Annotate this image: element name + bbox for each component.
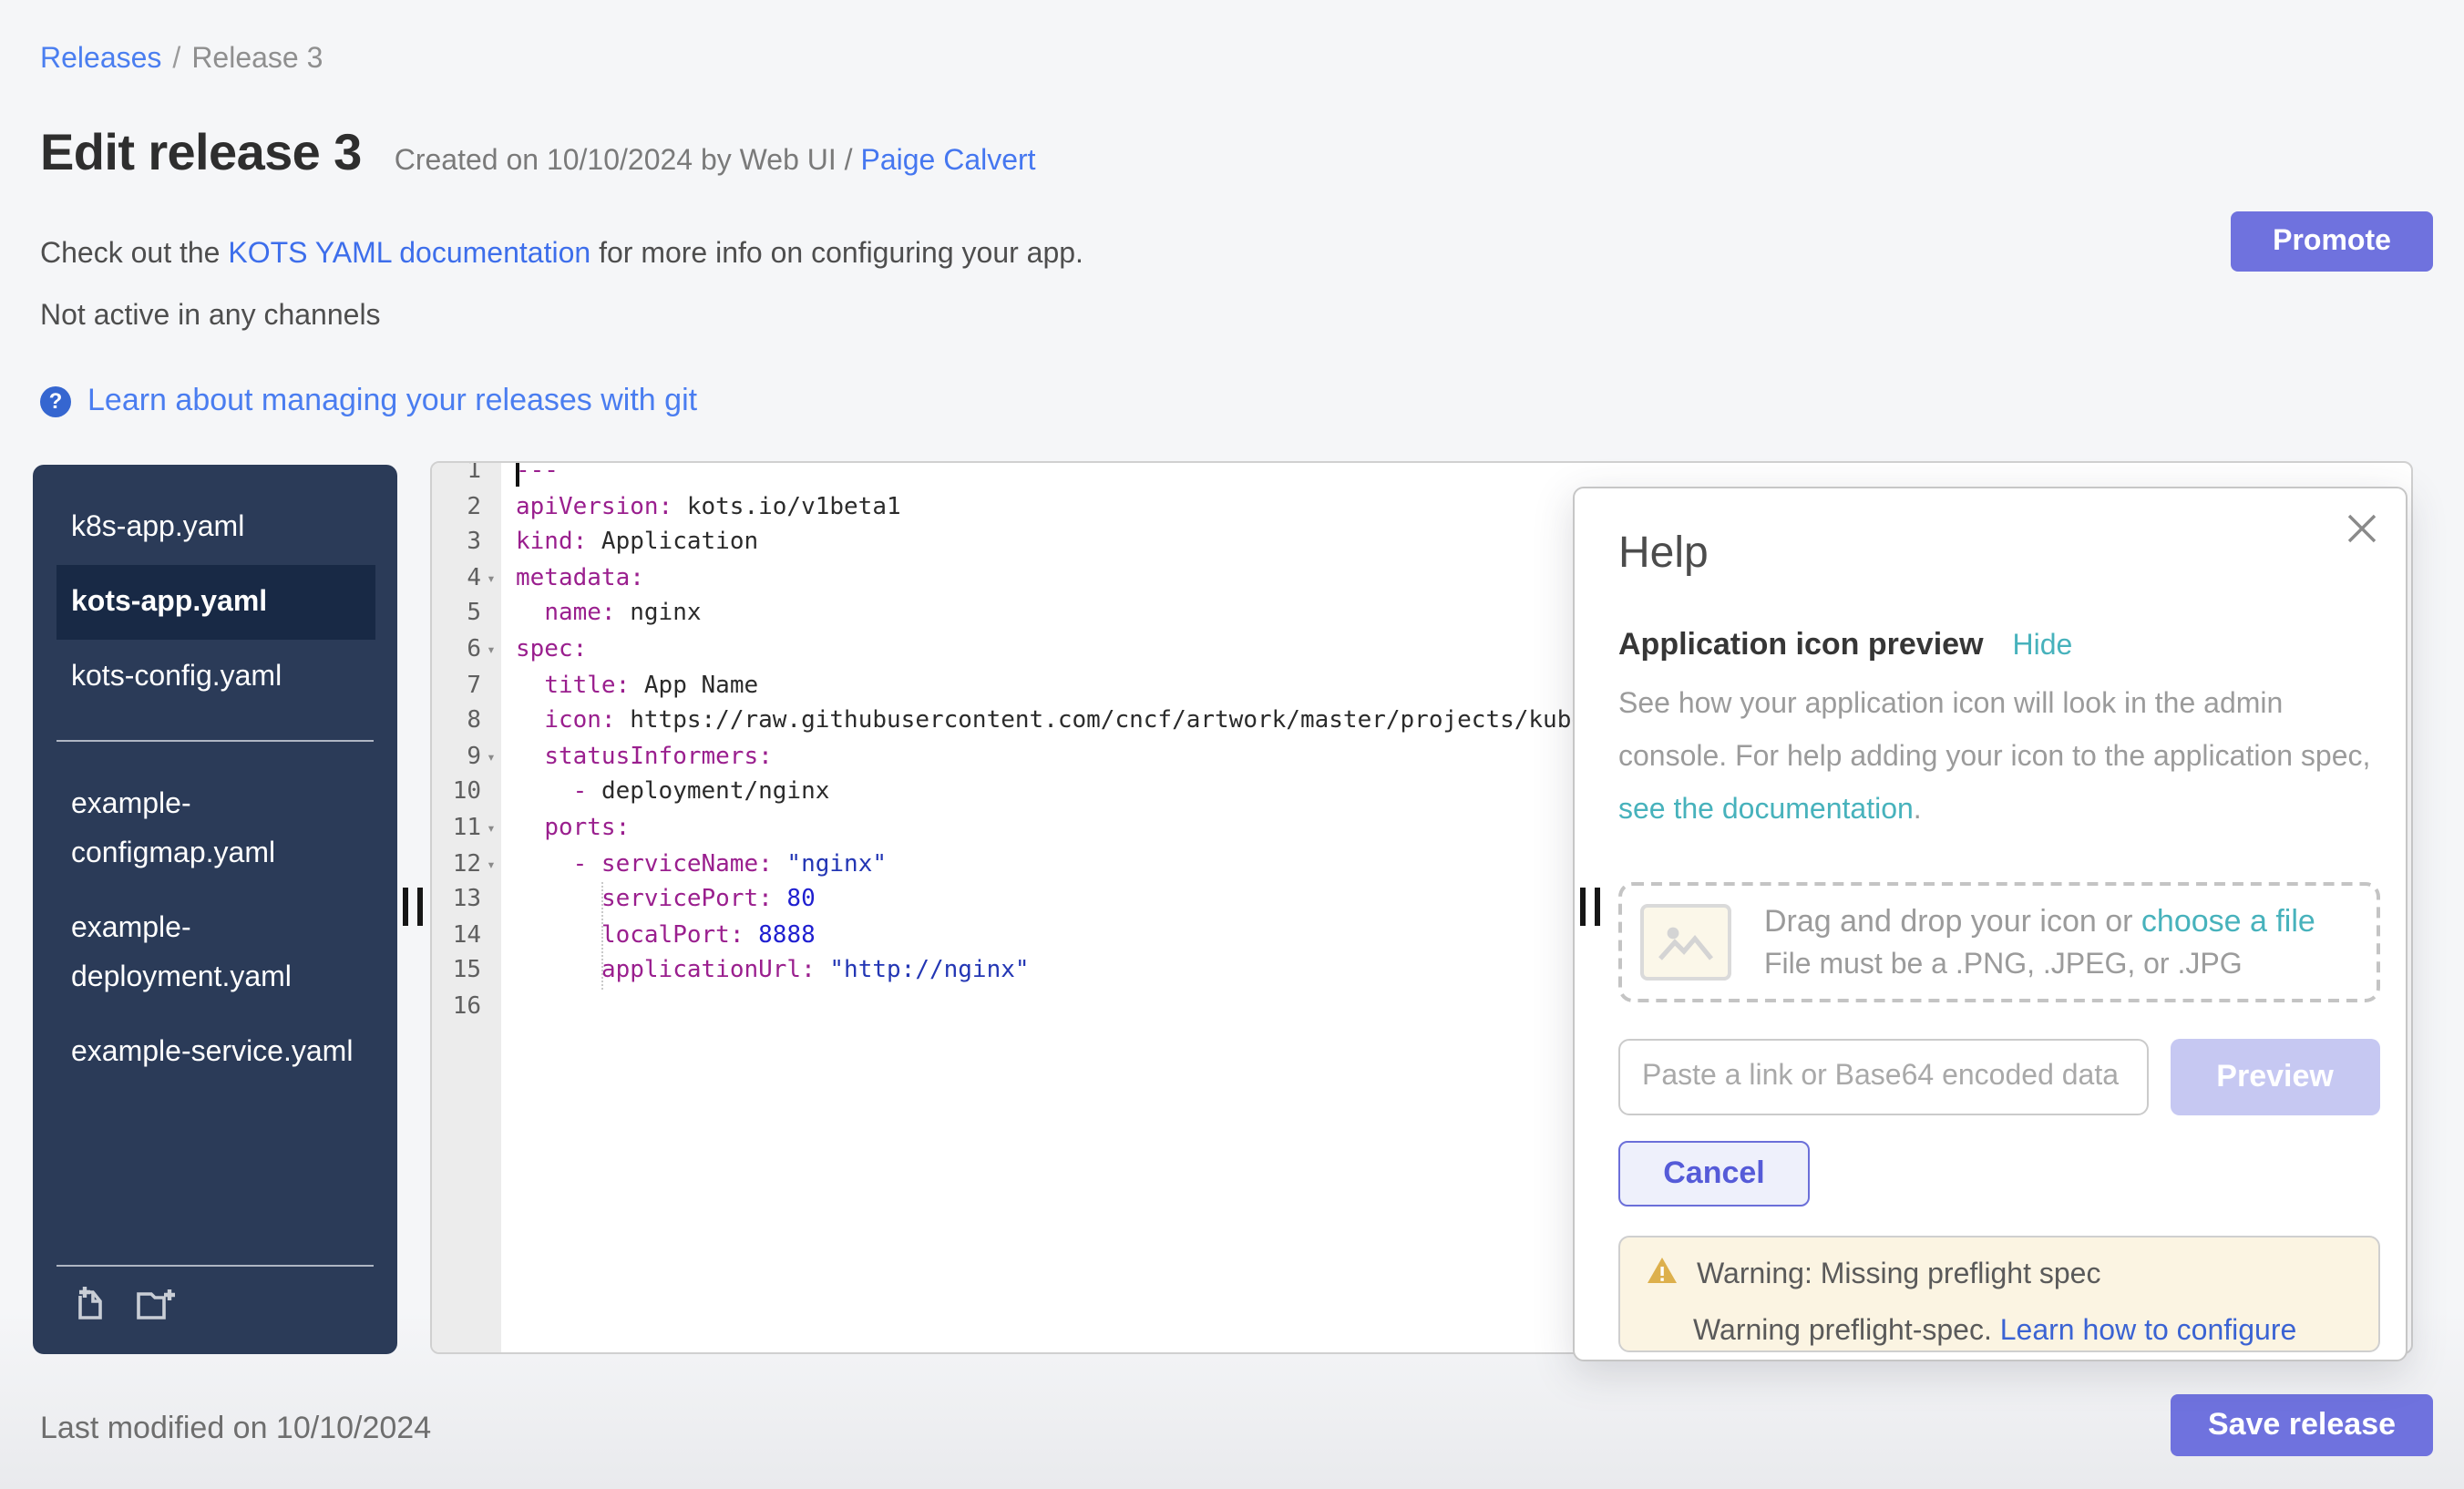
hide-link[interactable]: Hide: [2013, 631, 2073, 663]
dropzone-text: Drag and drop your icon or choose a file: [1764, 903, 2315, 940]
line-number: 7: [432, 668, 501, 703]
warning-icon: [1646, 1256, 1679, 1294]
line-number: 16: [432, 990, 501, 1025]
breadcrumb: Releases / Release 3: [40, 44, 323, 77]
warning-detail-text: Warning preflight-spec.: [1693, 1316, 2000, 1347]
see-documentation-link[interactable]: see the documentation: [1618, 795, 1914, 826]
icon-url-input[interactable]: [1618, 1039, 2148, 1115]
line-number: 11▾: [432, 811, 501, 847]
sidebar-bottom: [33, 1239, 397, 1354]
icon-dropzone[interactable]: Drag and drop your icon or choose a file…: [1618, 882, 2380, 1002]
help-description-text: See how your application icon will look …: [1618, 689, 2370, 773]
image-placeholder-icon: [1640, 904, 1731, 981]
help-title: Help: [1618, 529, 2380, 580]
code-line[interactable]: 1---: [432, 461, 2411, 489]
close-icon[interactable]: [2344, 510, 2380, 547]
warning-title: Warning: Missing preflight spec: [1697, 1258, 2100, 1291]
fold-arrow-icon[interactable]: ▾: [481, 740, 501, 775]
last-modified-text: Last modified on 10/10/2024: [40, 1411, 431, 1447]
file-item[interactable]: example-configmap.yaml: [56, 767, 375, 891]
fold-spacer: [481, 525, 501, 560]
title-row: Edit release 3 Created on 10/10/2024 by …: [40, 124, 1036, 182]
dropzone-text-prefix: Drag and drop your icon or: [1764, 903, 2141, 938]
dropzone-filetypes: File must be a .PNG, .JPEG, or .JPG: [1764, 949, 2315, 981]
line-number: 1: [432, 461, 501, 489]
author-link[interactable]: Paige Calvert: [860, 146, 1035, 177]
file-item[interactable]: example-service.yaml: [56, 1015, 375, 1090]
line-number: 4▾: [432, 561, 501, 597]
doc-row: Check out the KOTS YAML documentation fo…: [40, 239, 1083, 272]
line-number: 12▾: [432, 847, 501, 882]
page-title: Edit release 3: [40, 124, 362, 182]
git-help-row: ? Learn about managing your releases wit…: [40, 383, 697, 419]
save-release-button[interactable]: Save release: [2171, 1394, 2433, 1456]
fold-spacer: [481, 703, 501, 739]
warning-box: Warning: Missing preflight spec Warning …: [1618, 1236, 2380, 1352]
channel-status: Not active in any channels: [40, 301, 381, 334]
breadcrumb-current: Release 3: [191, 44, 323, 75]
add-folder-icon[interactable]: [135, 1285, 179, 1332]
icon-preview-heading: Application icon preview: [1618, 627, 1984, 663]
created-meta: Created on 10/10/2024 by Web UI / Paige …: [395, 146, 1036, 179]
fold-arrow-icon[interactable]: ▾: [481, 561, 501, 597]
sidebar-resize-handle[interactable]: [403, 888, 423, 926]
sidebar-divider: [56, 1265, 374, 1267]
file-item[interactable]: example-deployment.yaml: [56, 891, 375, 1015]
help-panel: Help Application icon preview Hide See h…: [1573, 487, 2408, 1361]
promote-button[interactable]: Promote: [2231, 211, 2433, 272]
doc-suffix: for more info on configuring your app.: [590, 239, 1083, 270]
fold-spacer: [481, 775, 501, 811]
created-text: Created on 10/10/2024 by Web UI /: [395, 146, 861, 177]
breadcrumb-releases-link[interactable]: Releases: [40, 44, 161, 75]
choose-file-link[interactable]: choose a file: [2141, 903, 2315, 938]
help-panel-resize-handle[interactable]: [1580, 888, 1600, 926]
fold-arrow-icon[interactable]: ▾: [481, 632, 501, 668]
line-number: 5: [432, 597, 501, 632]
line-number: 2: [432, 489, 501, 525]
file-list: k8s-app.yamlkots-app.yamlkots-config.yam…: [33, 490, 397, 1090]
fold-spacer: [481, 489, 501, 525]
line-number: 9▾: [432, 740, 501, 775]
cancel-button[interactable]: Cancel: [1618, 1141, 1810, 1207]
add-file-icon[interactable]: [71, 1285, 109, 1332]
line-number: 13: [432, 882, 501, 918]
text-cursor: [516, 463, 518, 487]
fold-spacer: [481, 990, 501, 1025]
line-number: 15: [432, 954, 501, 990]
fold-spacer: [481, 668, 501, 703]
page: Releases / Release 3 Edit release 3 Create…: [0, 0, 2464, 1489]
file-item[interactable]: kots-app.yaml: [56, 565, 375, 640]
fold-spacer: [481, 882, 501, 918]
warning-detail: Warning preflight-spec. Learn how to con…: [1693, 1310, 2353, 1352]
file-list-divider: [56, 740, 374, 742]
help-description: See how your application icon will look …: [1618, 678, 2391, 837]
line-number: 6▾: [432, 632, 501, 668]
file-tree-sidebar: k8s-app.yamlkots-app.yamlkots-config.yam…: [33, 465, 397, 1354]
fold-arrow-icon[interactable]: ▾: [481, 847, 501, 882]
line-number: 10: [432, 775, 501, 811]
fold-spacer: [481, 918, 501, 953]
file-item[interactable]: kots-config.yaml: [56, 640, 375, 714]
fold-spacer: [481, 597, 501, 632]
fold-arrow-icon[interactable]: ▾: [481, 811, 501, 847]
fold-spacer: [481, 954, 501, 990]
line-number: 8: [432, 703, 501, 739]
help-description-period: .: [1914, 795, 1922, 826]
learn-configure-link[interactable]: Learn how to configure: [2000, 1316, 2297, 1347]
fold-spacer: [481, 461, 501, 489]
doc-prefix: Check out the: [40, 239, 228, 270]
breadcrumb-separator: /: [172, 44, 180, 75]
line-number: 14: [432, 918, 501, 953]
file-item[interactable]: k8s-app.yaml: [56, 490, 375, 565]
preview-button[interactable]: Preview: [2170, 1039, 2380, 1115]
git-releases-link[interactable]: Learn about managing your releases with …: [87, 383, 697, 419]
kots-yaml-doc-link[interactable]: KOTS YAML documentation: [228, 239, 590, 270]
line-number: 3: [432, 525, 501, 560]
question-icon: ?: [40, 385, 71, 416]
